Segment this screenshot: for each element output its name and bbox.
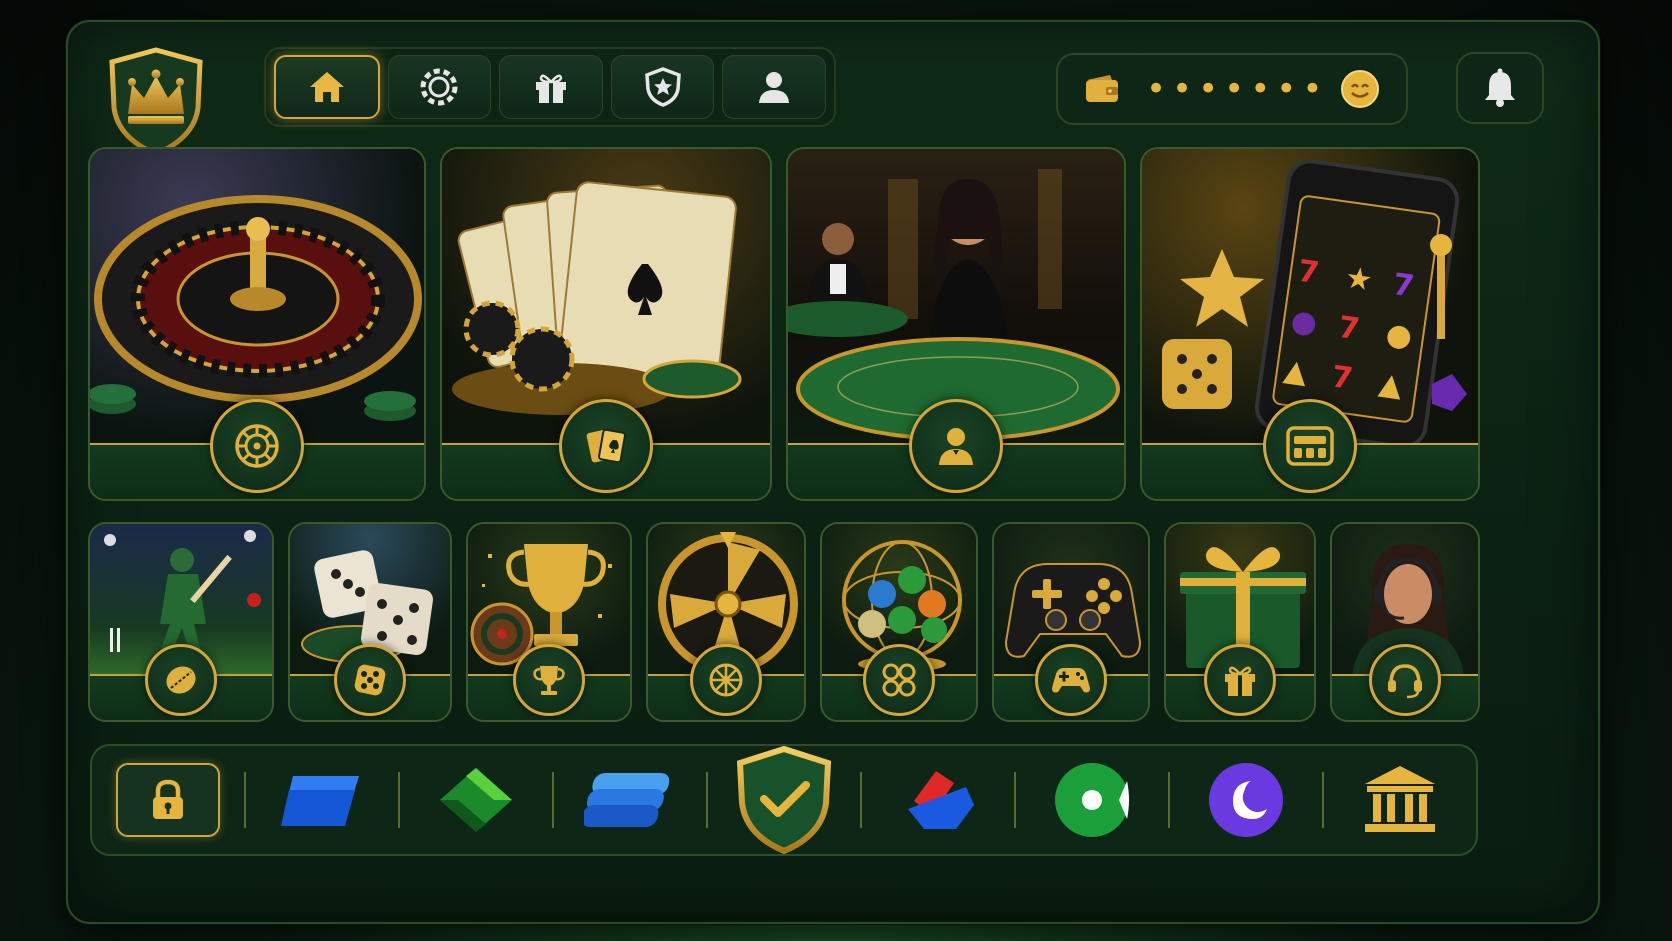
notifications-button[interactable] — [1456, 52, 1544, 124]
purple-moon-icon — [1209, 763, 1283, 837]
category-card-cricket[interactable] — [88, 522, 274, 722]
trophy-icon — [533, 666, 565, 695]
payment-bank[interactable] — [1324, 746, 1476, 854]
featured-card-roulette[interactable] — [88, 147, 426, 501]
tab-home[interactable] — [274, 55, 380, 119]
wallet-balance[interactable]: ••••••• — [1056, 53, 1408, 125]
svg-text:▲: ▲ — [1377, 366, 1405, 404]
payment-green-circle[interactable] — [1016, 746, 1168, 854]
green-circle-icon — [1055, 763, 1129, 837]
category-card-promotions[interactable] — [1164, 522, 1316, 722]
green-diamond-icon — [440, 768, 512, 832]
smile-coin-icon[interactable] — [1340, 69, 1380, 109]
gamepad-icon — [1052, 668, 1090, 693]
home-icon — [309, 72, 344, 102]
cricket-badge[interactable] — [145, 644, 217, 716]
svg-text:★: ★ — [1343, 260, 1375, 298]
support-badge[interactable] — [1369, 644, 1441, 716]
bell-icon — [1485, 68, 1515, 107]
headset-icon — [1388, 664, 1422, 699]
lock-button[interactable] — [116, 763, 220, 837]
category-card-wheel[interactable] — [646, 522, 806, 722]
user-icon — [759, 72, 790, 103]
svg-text:●: ● — [1289, 303, 1320, 341]
wheel-badge[interactable] — [690, 644, 762, 716]
payment-secure-lock[interactable] — [92, 746, 244, 854]
category-card-games[interactable] — [992, 522, 1150, 722]
tournaments-badge[interactable] — [513, 644, 585, 716]
wallet-icon — [1086, 75, 1118, 102]
lottery-balls-icon — [882, 663, 916, 697]
featured-card-live-dealer[interactable] — [786, 147, 1126, 501]
lock-icon — [153, 779, 183, 819]
payment-blue-wallet[interactable] — [246, 746, 398, 854]
bank-icon — [1365, 766, 1435, 832]
category-card-dice[interactable] — [288, 522, 452, 722]
tab-gifts[interactable] — [499, 55, 603, 119]
category-card-tournaments[interactable] — [466, 522, 632, 722]
dice-icon — [354, 664, 386, 696]
live-dealer-badge[interactable] — [909, 399, 1003, 493]
app-frame: ••••••• 7 ★ 7 ● 7 ● ▲ 7 ▲ — [66, 20, 1600, 924]
red-blue-wallet-icon — [908, 771, 974, 829]
category-card-support[interactable] — [1330, 522, 1480, 722]
cards-badge[interactable] — [559, 399, 653, 493]
star-shield-icon — [644, 67, 681, 107]
roulette-badge[interactable] — [210, 399, 304, 493]
slot-machine-icon — [1286, 426, 1334, 466]
payment-purple-moon[interactable] — [1170, 746, 1322, 854]
gift-icon — [1225, 666, 1255, 696]
payment-red-blue-wallet[interactable] — [862, 746, 1014, 854]
chip-icon — [420, 68, 458, 106]
lottery-badge[interactable] — [863, 644, 935, 716]
featured-card-slots[interactable]: 7 ★ 7 ● 7 ● ▲ 7 ▲ — [1140, 147, 1480, 501]
payment-green-wallet[interactable] — [400, 746, 552, 854]
gift-icon — [535, 74, 566, 103]
svg-text:▲: ▲ — [1282, 353, 1310, 391]
cricket-ball-icon — [166, 666, 196, 694]
payment-methods-bar — [90, 744, 1478, 856]
tab-vip[interactable] — [610, 55, 715, 119]
blue-stacked-cards-icon — [584, 773, 670, 827]
payment-blue-cards[interactable] — [554, 746, 706, 854]
tab-casino[interactable] — [387, 55, 492, 119]
dice-badge[interactable] — [334, 644, 406, 716]
wheel-icon — [709, 663, 743, 697]
games-badge[interactable] — [1035, 644, 1107, 716]
blue-tilted-card-icon — [281, 776, 359, 826]
tab-profile[interactable] — [722, 55, 826, 119]
balance-masked: ••••••• — [1146, 69, 1329, 109]
category-card-lottery[interactable] — [820, 522, 978, 722]
top-nav-tabs — [264, 47, 836, 127]
dealer-icon — [939, 428, 973, 465]
slots-badge[interactable] — [1263, 399, 1357, 493]
crown-shield-logo[interactable] — [106, 46, 206, 158]
promotions-badge[interactable] — [1204, 644, 1276, 716]
shield-check-icon — [736, 745, 832, 855]
payment-verified[interactable] — [708, 745, 860, 855]
roulette-wheel-icon — [235, 424, 279, 468]
featured-card-cards[interactable] — [440, 147, 772, 501]
svg-text:●: ● — [1384, 317, 1415, 355]
cards-icon — [586, 428, 626, 464]
